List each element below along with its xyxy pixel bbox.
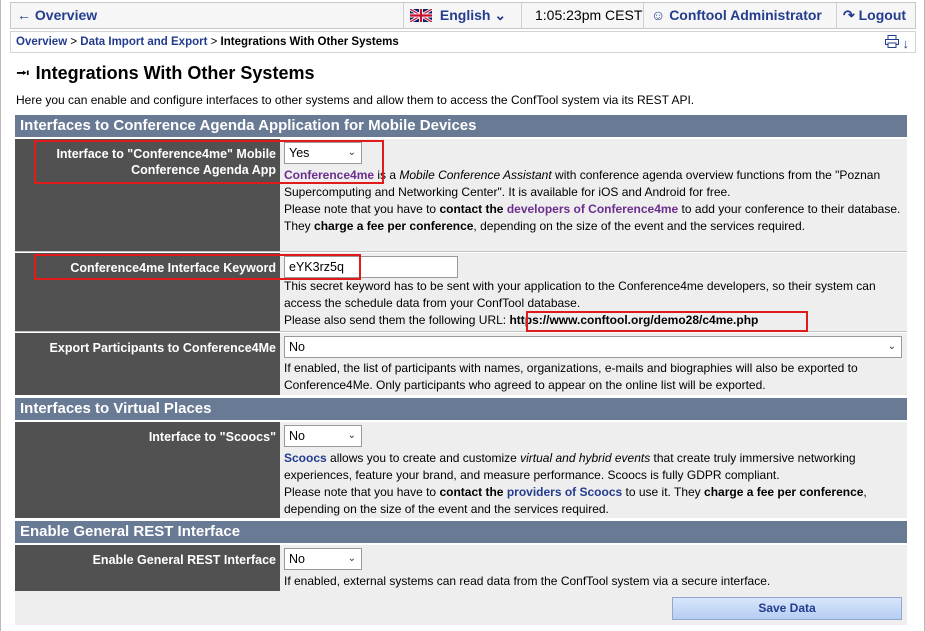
intro-text: Here you can enable and configure interf… [16,93,695,107]
scoocs-label: Interface to "Scoocs" [15,422,280,518]
developers-link[interactable]: developers of Conference4me [507,202,678,216]
export-description: If enabled, the list of participants wit… [284,361,858,392]
keyword-input[interactable]: eYK3rz5q [284,256,458,278]
rest-label: Enable General REST Interface [15,545,280,591]
conference4me-select[interactable]: Yes ⌄ [284,142,362,164]
page-title: ⭲ Integrations With Other Systems [16,63,315,83]
section-mobile-header: Interfaces to Conference Agenda Applicat… [15,115,907,137]
chevron-down-icon: ⌄ [494,7,507,23]
row-conference4me: Interface to "Conference4me" Mobile Conf… [15,139,907,251]
user-menu[interactable]: ☺ Conftool Administrator ⌄ [643,3,836,48]
chevron-down-icon: ⌄ [347,553,356,564]
export-select[interactable]: No ⌄ [284,336,902,358]
arrow-down-icon[interactable]: ↓ [903,36,910,51]
keyword-description: This secret keyword has to be sent with … [284,279,876,327]
breadcrumb-overview[interactable]: Overview [16,36,67,48]
print-icon[interactable] [885,35,900,48]
section-virtual-header: Interfaces to Virtual Places [15,398,907,420]
section-rest-header: Enable General REST Interface [15,521,907,543]
conference4me-description: Conference4me is a Mobile Conference Ass… [284,168,901,233]
row-scoocs: Interface to "Scoocs" No ⌄ Scoocs allows … [15,422,907,518]
keyword-label: Conference4me Interface Keyword [15,253,280,331]
scoocs-description: Scoocs allows you to create and customiz… [284,451,867,516]
divider [15,331,907,332]
rest-select[interactable]: No ⌄ [284,548,362,570]
uk-flag-icon [410,9,432,22]
server-time: 1:05:23pm CEST [521,3,643,28]
logout-icon: ↷ [843,7,855,23]
chevron-down-icon: ⌄ [347,147,356,158]
row-keyword: Conference4me Interface Keyword eYK3rz5q… [15,253,907,331]
user-icon: ☺ [651,7,666,23]
breadcrumb-data-import-export[interactable]: Data Import and Export [80,36,207,48]
save-data-button[interactable]: Save Data [672,597,902,620]
c4me-url: https://www.conftool.org/demo28/c4me.php [509,313,759,327]
chevron-down-icon: ⌄ [887,341,896,352]
breadcrumb-current: Integrations With Other Systems [220,36,399,48]
conference4me-link[interactable]: Conference4me [284,168,374,182]
conference4me-label: Interface to "Conference4me" Mobile Conf… [15,139,280,251]
row-export: Export Participants to Conference4Me No ⌄… [15,333,907,395]
arrow-left-icon: ← [17,7,31,23]
scoocs-link[interactable]: Scoocs [284,451,327,465]
overview-back-link[interactable]: ← Overview [17,3,97,28]
rest-description: If enabled, external systems can read da… [284,574,771,588]
export-label: Export Participants to Conference4Me [15,333,280,395]
top-bar: ← Overview English ⌄ 1:05:23pm CEST ☺ Co… [10,2,916,48]
row-rest: Enable General REST Interface No ⌄ If ena… [15,545,907,591]
language-selector[interactable]: English ⌄ [403,3,521,28]
scoocs-select[interactable]: No ⌄ [284,425,362,447]
logout-button[interactable]: ↷ Logout [836,3,916,28]
breadcrumb: Overview > Data Import and Export > Inte… [10,31,916,53]
chevron-down-icon: ⌄ [347,430,356,441]
providers-link[interactable]: providers of Scoocs [507,485,622,499]
integrations-icon: ⭲ [16,63,30,83]
divider [15,251,907,252]
